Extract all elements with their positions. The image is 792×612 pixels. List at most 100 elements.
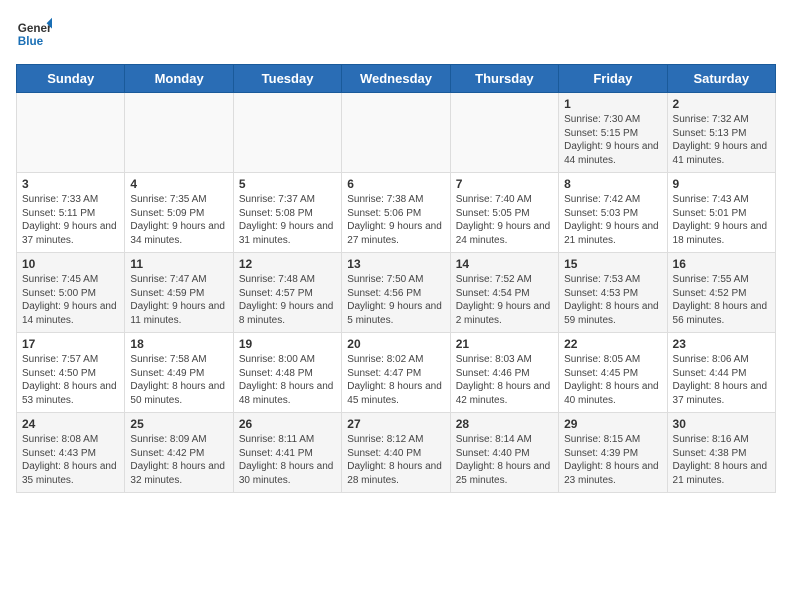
- day-number: 13: [347, 257, 444, 271]
- cell-week1-day5: 1 Sunrise: 7:30 AM Sunset: 5:15 PM Daylig…: [559, 93, 667, 173]
- cell-week3-day6: 16Sunrise: 7:55 AM Sunset: 4:52 PM Dayli…: [667, 253, 775, 333]
- header-wednesday: Wednesday: [342, 65, 450, 93]
- day-info: Sunrise: 7:37 AM Sunset: 5:08 PM Dayligh…: [239, 193, 336, 247]
- header-friday: Friday: [559, 65, 667, 93]
- header-saturday: Saturday: [667, 65, 775, 93]
- cell-week4-day0: 17Sunrise: 7:57 AM Sunset: 4:50 PM Dayli…: [17, 333, 125, 413]
- day-info: Sunrise: 7:43 AM Sunset: 5:01 PM Dayligh…: [673, 193, 770, 247]
- day-number: 9: [673, 177, 770, 191]
- day-number: 21: [456, 337, 553, 351]
- day-number: 2: [673, 97, 770, 111]
- cell-week1-day3: [342, 93, 450, 173]
- day-info: Sunrise: 7:38 AM Sunset: 5:06 PM Dayligh…: [347, 193, 444, 247]
- cell-week3-day1: 11 Sunrise: 7:47 AM Sunset: 4:59 PM Dayli…: [125, 253, 233, 333]
- day-info: Sunrise: 8:09 AM Sunset: 4:42 PM Dayligh…: [130, 433, 227, 487]
- day-info: Sunrise: 8:12 AM Sunset: 4:40 PM Dayligh…: [347, 433, 444, 487]
- cell-week5-day5: 29Sunrise: 8:15 AM Sunset: 4:39 PM Dayli…: [559, 413, 667, 493]
- header-sunday: Sunday: [17, 65, 125, 93]
- day-info: Sunrise: 7:42 AM Sunset: 5:03 PM Dayligh…: [564, 193, 661, 247]
- day-info: Sunrise: 7:58 AM Sunset: 4:49 PM Dayligh…: [130, 353, 227, 407]
- day-number: 1: [564, 97, 661, 111]
- header-monday: Monday: [125, 65, 233, 93]
- cell-week2-day3: 6Sunrise: 7:38 AM Sunset: 5:06 PM Daylig…: [342, 173, 450, 253]
- calendar-table: SundayMondayTuesdayWednesdayThursdayFrid…: [16, 64, 776, 493]
- cell-week5-day4: 28 Sunrise: 8:14 AM Sunset: 4:40 PM Dayli…: [450, 413, 558, 493]
- cell-week4-day5: 22 Sunrise: 8:05 AM Sunset: 4:45 PM Dayli…: [559, 333, 667, 413]
- day-info: Sunrise: 7:50 AM Sunset: 4:56 PM Dayligh…: [347, 273, 444, 327]
- cell-week4-day2: 19 Sunrise: 8:00 AM Sunset: 4:48 PM Dayli…: [233, 333, 341, 413]
- day-number: 3: [22, 177, 119, 191]
- cell-week4-day4: 21 Sunrise: 8:03 AM Sunset: 4:46 PM Dayli…: [450, 333, 558, 413]
- day-info: Sunrise: 8:06 AM Sunset: 4:44 PM Dayligh…: [673, 353, 770, 407]
- day-info: Sunrise: 8:03 AM Sunset: 4:46 PM Dayligh…: [456, 353, 553, 407]
- cell-week3-day0: 10 Sunrise: 7:45 AM Sunset: 5:00 PM Dayli…: [17, 253, 125, 333]
- header-thursday: Thursday: [450, 65, 558, 93]
- header-tuesday: Tuesday: [233, 65, 341, 93]
- day-number: 20: [347, 337, 444, 351]
- day-number: 25: [130, 417, 227, 431]
- day-number: 23: [673, 337, 770, 351]
- svg-text:Blue: Blue: [18, 35, 44, 48]
- day-number: 24: [22, 417, 119, 431]
- page-header: General Blue: [16, 16, 776, 52]
- day-info: Sunrise: 7:52 AM Sunset: 4:54 PM Dayligh…: [456, 273, 553, 327]
- day-info: Sunrise: 7:32 AM Sunset: 5:13 PM Dayligh…: [673, 113, 770, 167]
- cell-week2-day5: 8 Sunrise: 7:42 AM Sunset: 5:03 PM Daylig…: [559, 173, 667, 253]
- day-info: Sunrise: 8:08 AM Sunset: 4:43 PM Dayligh…: [22, 433, 119, 487]
- day-number: 7: [456, 177, 553, 191]
- cell-week5-day2: 26 Sunrise: 8:11 AM Sunset: 4:41 PM Dayli…: [233, 413, 341, 493]
- cell-week5-day1: 25 Sunrise: 8:09 AM Sunset: 4:42 PM Dayli…: [125, 413, 233, 493]
- day-info: Sunrise: 7:35 AM Sunset: 5:09 PM Dayligh…: [130, 193, 227, 247]
- day-info: Sunrise: 8:05 AM Sunset: 4:45 PM Dayligh…: [564, 353, 661, 407]
- day-number: 19: [239, 337, 336, 351]
- cell-week5-day3: 27 Sunrise: 8:12 AM Sunset: 4:40 PM Dayli…: [342, 413, 450, 493]
- day-info: Sunrise: 8:14 AM Sunset: 4:40 PM Dayligh…: [456, 433, 553, 487]
- day-number: 26: [239, 417, 336, 431]
- day-info: Sunrise: 7:48 AM Sunset: 4:57 PM Dayligh…: [239, 273, 336, 327]
- cell-week2-day0: 3 Sunrise: 7:33 AM Sunset: 5:11 PM Daylig…: [17, 173, 125, 253]
- day-info: Sunrise: 8:00 AM Sunset: 4:48 PM Dayligh…: [239, 353, 336, 407]
- day-number: 10: [22, 257, 119, 271]
- day-number: 14: [456, 257, 553, 271]
- day-number: 5: [239, 177, 336, 191]
- day-info: Sunrise: 7:55 AM Sunset: 4:52 PM Dayligh…: [673, 273, 770, 327]
- day-number: 22: [564, 337, 661, 351]
- cell-week1-day2: [233, 93, 341, 173]
- day-info: Sunrise: 8:16 AM Sunset: 4:38 PM Dayligh…: [673, 433, 770, 487]
- cell-week5-day6: 30 Sunrise: 8:16 AM Sunset: 4:38 PM Dayli…: [667, 413, 775, 493]
- day-number: 12: [239, 257, 336, 271]
- cell-week3-day5: 15Sunrise: 7:53 AM Sunset: 4:53 PM Dayli…: [559, 253, 667, 333]
- day-info: Sunrise: 8:02 AM Sunset: 4:47 PM Dayligh…: [347, 353, 444, 407]
- logo-icon: General Blue: [16, 16, 52, 52]
- day-number: 28: [456, 417, 553, 431]
- day-number: 4: [130, 177, 227, 191]
- day-info: Sunrise: 7:47 AM Sunset: 4:59 PM Dayligh…: [130, 273, 227, 327]
- cell-week3-day3: 13 Sunrise: 7:50 AM Sunset: 4:56 PM Dayli…: [342, 253, 450, 333]
- day-info: Sunrise: 7:40 AM Sunset: 5:05 PM Dayligh…: [456, 193, 553, 247]
- day-number: 18: [130, 337, 227, 351]
- day-number: 17: [22, 337, 119, 351]
- day-number: 8: [564, 177, 661, 191]
- day-number: 30: [673, 417, 770, 431]
- cell-week3-day2: 12 Sunrise: 7:48 AM Sunset: 4:57 PM Dayli…: [233, 253, 341, 333]
- day-number: 11: [130, 257, 227, 271]
- cell-week1-day6: 2 Sunrise: 7:32 AM Sunset: 5:13 PM Daylig…: [667, 93, 775, 173]
- cell-week5-day0: 24 Sunrise: 8:08 AM Sunset: 4:43 PM Dayli…: [17, 413, 125, 493]
- logo: General Blue: [16, 16, 56, 52]
- cell-week3-day4: 14 Sunrise: 7:52 AM Sunset: 4:54 PM Dayli…: [450, 253, 558, 333]
- day-info: Sunrise: 7:53 AM Sunset: 4:53 PM Dayligh…: [564, 273, 661, 327]
- day-info: Sunrise: 7:33 AM Sunset: 5:11 PM Dayligh…: [22, 193, 119, 247]
- cell-week2-day4: 7 Sunrise: 7:40 AM Sunset: 5:05 PM Daylig…: [450, 173, 558, 253]
- cell-week1-day4: [450, 93, 558, 173]
- cell-week4-day6: 23 Sunrise: 8:06 AM Sunset: 4:44 PM Dayli…: [667, 333, 775, 413]
- day-info: Sunrise: 8:11 AM Sunset: 4:41 PM Dayligh…: [239, 433, 336, 487]
- day-number: 27: [347, 417, 444, 431]
- day-info: Sunrise: 7:30 AM Sunset: 5:15 PM Dayligh…: [564, 113, 661, 167]
- cell-week2-day6: 9 Sunrise: 7:43 AM Sunset: 5:01 PM Daylig…: [667, 173, 775, 253]
- cell-week1-day0: [17, 93, 125, 173]
- day-info: Sunrise: 7:45 AM Sunset: 5:00 PM Dayligh…: [22, 273, 119, 327]
- cell-week1-day1: [125, 93, 233, 173]
- svg-text:General: General: [18, 22, 52, 35]
- cell-week2-day1: 4 Sunrise: 7:35 AM Sunset: 5:09 PM Daylig…: [125, 173, 233, 253]
- day-number: 29: [564, 417, 661, 431]
